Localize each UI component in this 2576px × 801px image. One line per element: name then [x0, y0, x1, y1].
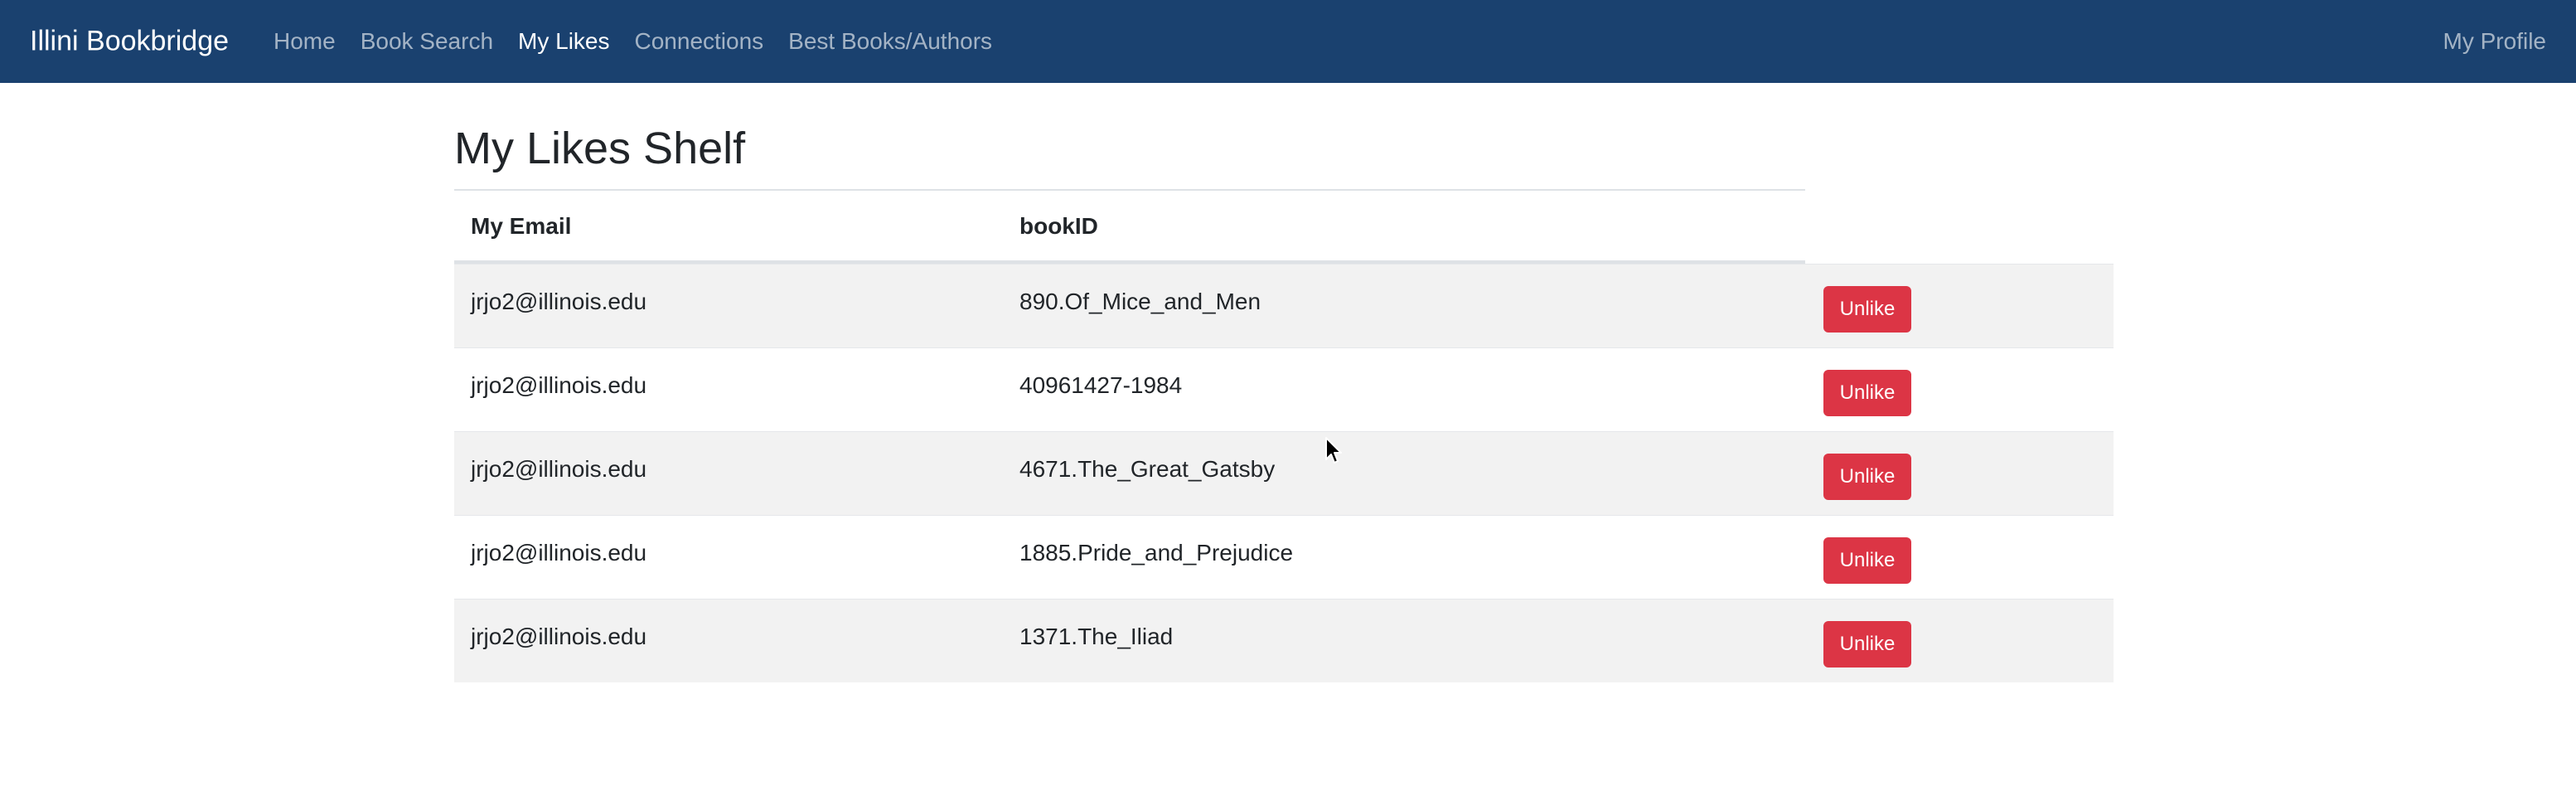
nav-link-my-profile[interactable]: My Profile [2443, 28, 2546, 55]
column-header-email: My Email [471, 213, 572, 239]
page-title: My Likes Shelf [454, 124, 746, 173]
nav-link-my-likes[interactable]: My Likes [518, 28, 609, 55]
row-email: jrjo2@illinois.edu [471, 289, 647, 314]
row-bookid: 1371.The_Iliad [1019, 624, 1174, 649]
nav-link-home[interactable]: Home [274, 28, 336, 55]
unlike-button[interactable]: Unlike [1823, 370, 1911, 416]
table-header-row: My Email bookID [454, 189, 1805, 264]
row-bookid: 40961427-1984 [1019, 372, 1183, 398]
unlike-button[interactable]: Unlike [1823, 621, 1911, 668]
table-row: jrjo2@illinois.edu 1371.The_Iliad Unlike [454, 599, 2114, 682]
table-row: jrjo2@illinois.edu 1885.Pride_and_Prejud… [454, 515, 2114, 599]
row-email: jrjo2@illinois.edu [471, 456, 647, 482]
brand-logo-text[interactable]: Illini Bookbridge [30, 26, 229, 58]
unlike-button[interactable]: Unlike [1823, 537, 1911, 584]
row-email: jrjo2@illinois.edu [471, 540, 647, 566]
unlike-button[interactable]: Unlike [1823, 286, 1911, 333]
row-bookid: 890.Of_Mice_and_Men [1019, 289, 1261, 314]
table-row: jrjo2@illinois.edu 4671.The_Great_Gatsby… [454, 431, 2114, 515]
unlike-button[interactable]: Unlike [1823, 454, 1911, 500]
row-bookid: 1885.Pride_and_Prejudice [1019, 540, 1294, 566]
likes-table-body: jrjo2@illinois.edu 890.Of_Mice_and_Men U… [454, 264, 2114, 682]
row-bookid: 4671.The_Great_Gatsby [1019, 456, 1276, 482]
row-email: jrjo2@illinois.edu [471, 624, 647, 649]
column-header-bookid: bookID [1019, 213, 1098, 239]
row-email: jrjo2@illinois.edu [471, 372, 647, 398]
nav-link-best-books-authors[interactable]: Best Books/Authors [788, 28, 992, 55]
table-row: jrjo2@illinois.edu 890.Of_Mice_and_Men U… [454, 264, 2114, 347]
nav-link-connections[interactable]: Connections [635, 28, 764, 55]
nav-link-book-search[interactable]: Book Search [361, 28, 493, 55]
mouse-pointer-icon [1325, 437, 1342, 464]
table-row: jrjo2@illinois.edu 40961427-1984 Unlike [454, 347, 2114, 431]
nav-links: Home Book Search My Likes Connections Be… [274, 28, 992, 55]
top-navbar: Illini Bookbridge Home Book Search My Li… [0, 0, 2576, 83]
